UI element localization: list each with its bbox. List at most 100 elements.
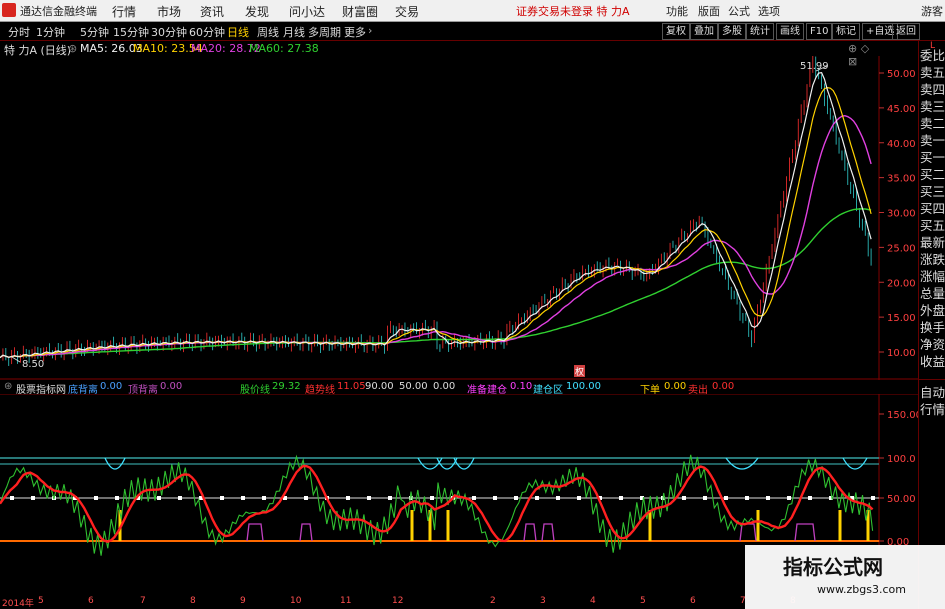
menu-zixun[interactable]: 资讯	[200, 3, 224, 20]
menu-wenxiaoda[interactable]: 问小达	[289, 3, 325, 20]
date-7: 7	[140, 596, 146, 606]
menu-hangqing[interactable]: 行情	[112, 3, 136, 20]
level-50-dot	[262, 496, 266, 500]
level-50-dot	[430, 496, 434, 500]
level-50-dot	[787, 496, 791, 500]
level-50-dot	[766, 496, 770, 500]
menu-caifuquan[interactable]: 财富圈	[342, 3, 378, 20]
ind-xiadan-value: 0.00	[664, 381, 687, 392]
btn-fuquan[interactable]: 复权	[662, 23, 690, 40]
rights-event-mark[interactable]: 权	[575, 366, 584, 378]
level-50-dot	[724, 496, 728, 500]
side-outer[interactable]: 外盘	[919, 302, 945, 319]
date-11: 11	[340, 596, 352, 606]
side-buy4[interactable]: 买四	[919, 200, 945, 217]
btn-fanhui[interactable]: 返回	[892, 23, 920, 40]
menu-jiaoyi[interactable]: 交易	[395, 3, 419, 20]
level-50-dot	[31, 496, 35, 500]
side-sell2[interactable]: 卖二	[919, 115, 945, 132]
prepare-pulse	[541, 523, 555, 542]
period-multi[interactable]: 多周期	[308, 24, 341, 40]
level-50-dot	[808, 496, 812, 500]
period-5min[interactable]: 5分钟	[80, 24, 109, 40]
level-50-dot	[157, 496, 161, 500]
price-axis-label: 20.00	[887, 278, 916, 289]
price-axis-label: 45.00	[887, 104, 916, 115]
menu-xuanxiang[interactable]: 选项	[758, 3, 780, 19]
level-50-dot	[745, 496, 749, 500]
level-50-dot	[472, 496, 476, 500]
period-monthly[interactable]: 月线	[283, 24, 305, 40]
date-6b: 6	[690, 596, 696, 606]
date-10: 10	[290, 596, 302, 606]
date-9: 9	[240, 596, 246, 606]
indicator-gear-icon[interactable]: ⊛	[4, 381, 12, 392]
more-chevron-icon[interactable]: ›	[368, 24, 372, 37]
side-buy5[interactable]: 买五	[919, 217, 945, 234]
side-buy1[interactable]: 买一	[919, 149, 945, 166]
side-auto[interactable]: 自动	[919, 384, 945, 401]
settings-gear-icon[interactable]: ⊛	[68, 42, 77, 55]
side-weibi[interactable]: 委比	[919, 47, 945, 64]
side-latest[interactable]: 最新	[919, 234, 945, 251]
date-3: 3	[540, 596, 546, 606]
date-8: 8	[190, 596, 196, 606]
quote-sidebar: L 委比 卖五 卖四 卖三 卖二 卖一 买一 买二 买三 买四 买五 最新 涨跌…	[918, 41, 945, 609]
level-50-dot	[493, 496, 497, 500]
btn-tongji[interactable]: 统计	[746, 23, 774, 40]
level-50-dot	[220, 496, 224, 500]
side-volume[interactable]: 总量	[919, 285, 945, 302]
side-buy3[interactable]: 买三	[919, 183, 945, 200]
side-sell5[interactable]: 卖五	[919, 64, 945, 81]
level-50-dot	[703, 496, 707, 500]
price-axis-label: 15.00	[887, 313, 916, 324]
ind-maichu-value: 0.00	[712, 381, 735, 392]
level-50-dot	[619, 496, 623, 500]
ind-axis-label: 100.0	[887, 454, 916, 465]
level-50-dot	[304, 496, 308, 500]
period-fenshi[interactable]: 分时	[8, 24, 30, 40]
side-buy2[interactable]: 买二	[919, 166, 945, 183]
menu-banmian[interactable]: 版面	[698, 3, 720, 19]
side-turnover[interactable]: 换手	[919, 319, 945, 336]
side-quote[interactable]: 行情	[919, 401, 945, 418]
period-15min[interactable]: 15分钟	[113, 24, 149, 40]
site-watermark: 指标公式网 www.zbgs3.com	[745, 545, 945, 609]
btn-diejia[interactable]: 叠加	[690, 23, 718, 40]
user-guest[interactable]: 游客	[921, 3, 943, 19]
ma5-line	[0, 72, 872, 359]
menu-gongshi[interactable]: 公式	[728, 3, 750, 19]
period-60min[interactable]: 60分钟	[189, 24, 225, 40]
period-weekly[interactable]: 周线	[257, 24, 279, 40]
price-axis-label: 25.00	[887, 243, 916, 254]
side-sell1[interactable]: 卖一	[919, 132, 945, 149]
menu-shichang[interactable]: 市场	[157, 3, 181, 20]
price-chart[interactable]: 50.00 45.00 40.00 35.00 30.00 25.00 20.00 15.00…	[0, 56, 918, 380]
btn-f10[interactable]: F10	[806, 23, 833, 40]
menu-bar: 通达信金融终端 行情 市场 资讯 发现 问小达 财富圈 交易 证券交易未登录 特…	[0, 0, 945, 22]
level-50-dot	[577, 496, 581, 500]
side-earnings[interactable]: 收益	[919, 353, 945, 370]
side-change-pct[interactable]: 涨幅	[919, 268, 945, 285]
btn-biaoji[interactable]: 标记	[832, 23, 860, 40]
side-netasset[interactable]: 净资	[919, 336, 945, 353]
level-50-dot	[556, 496, 560, 500]
low-price-label: 8.50	[22, 359, 44, 370]
price-axis-label: 30.00	[887, 209, 916, 220]
menu-faxian[interactable]: 发现	[245, 3, 269, 20]
ind-50-value: 50.00	[399, 381, 428, 392]
login-warning[interactable]: 证券交易未登录 特 力A	[516, 3, 630, 19]
btn-duogu[interactable]: 多股	[718, 23, 746, 40]
side-change[interactable]: 涨跌	[919, 251, 945, 268]
period-more[interactable]: 更多	[344, 24, 366, 40]
period-1min[interactable]: 1分钟	[36, 24, 65, 40]
app-logo-icon	[2, 3, 16, 17]
side-sell3[interactable]: 卖三	[919, 98, 945, 115]
btn-huaxian[interactable]: 画线	[776, 23, 804, 40]
side-sell4[interactable]: 卖四	[919, 81, 945, 98]
menu-gongneng[interactable]: 功能	[666, 3, 688, 19]
level-50-dot	[178, 496, 182, 500]
period-daily[interactable]: 日线	[227, 24, 249, 40]
period-30min[interactable]: 30分钟	[151, 24, 187, 40]
level-50-dot	[10, 496, 14, 500]
